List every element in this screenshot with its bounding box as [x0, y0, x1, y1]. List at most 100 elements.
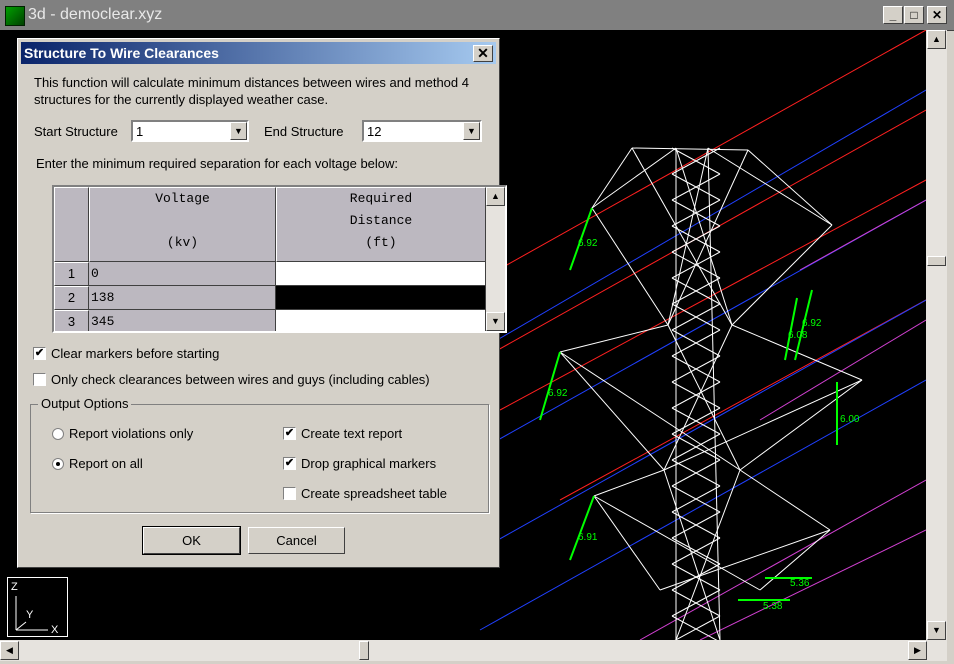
- tower-member: [663, 469, 721, 640]
- distance-header-line2: Distance: [349, 213, 413, 228]
- table-scroll-down-button[interactable]: ▼: [486, 312, 505, 331]
- tower-member: [591, 147, 677, 209]
- distance-cell[interactable]: [276, 310, 486, 331]
- tower-member: [591, 207, 669, 326]
- vertical-scroll-thumb[interactable]: [927, 256, 946, 266]
- conductor-wire: [799, 199, 926, 271]
- clear-markers-label: Clear markers before starting: [51, 346, 220, 361]
- tower-member: [593, 495, 661, 591]
- scroll-left-button[interactable]: ◀: [0, 641, 19, 660]
- vertical-scrollbar[interactable]: ▲ ▼: [926, 30, 947, 640]
- voltage-header-line1: Voltage: [155, 191, 210, 206]
- table-corner: [54, 187, 89, 262]
- dialog-close-button[interactable]: ✕: [473, 45, 493, 62]
- clearance-label: 6.92: [548, 388, 568, 399]
- horizontal-scroll-thumb[interactable]: [359, 641, 369, 660]
- window-title-bar: 3d - democlear.xyz _ □ ✕: [0, 0, 954, 31]
- report-all-radio[interactable]: [52, 458, 64, 470]
- start-structure-label: Start Structure: [34, 124, 118, 139]
- clearance-label: 6.08: [788, 330, 808, 341]
- clearance-label: 6.92: [802, 318, 822, 329]
- conductor-wire: [699, 529, 926, 640]
- distance-header-unit: (ft): [365, 235, 397, 250]
- create-text-report-label: Create text report: [301, 426, 403, 441]
- distance-header-line1: Required: [349, 191, 413, 206]
- row-number[interactable]: 3: [54, 310, 89, 331]
- end-structure-select[interactable]: 12 ▼: [362, 120, 482, 142]
- end-structure-value: 12: [367, 124, 382, 139]
- dialog-title: Structure To Wire Clearances: [24, 45, 219, 61]
- chevron-down-icon[interactable]: ▼: [230, 122, 247, 140]
- scroll-up-button[interactable]: ▲: [927, 30, 946, 49]
- scroll-down-button[interactable]: ▼: [927, 621, 946, 640]
- tower-member: [593, 469, 665, 497]
- row-number[interactable]: 1: [54, 262, 89, 286]
- voltage-header: Voltage (kv): [89, 187, 276, 262]
- distance-cell[interactable]: [276, 262, 486, 286]
- conductor-wire: [479, 89, 926, 351]
- output-options-label: Output Options: [38, 396, 132, 411]
- ok-button[interactable]: OK: [142, 526, 241, 555]
- axis-indicator: Z Y X: [7, 577, 68, 637]
- window-title: 3d - democlear.xyz: [28, 6, 163, 23]
- create-spreadsheet-checkbox[interactable]: [283, 487, 296, 500]
- create-text-report-checkbox[interactable]: ✔: [283, 427, 296, 440]
- voltage-cell[interactable]: 0: [89, 262, 276, 286]
- instruction-text: Enter the minimum required separation fo…: [36, 156, 399, 171]
- start-structure-select[interactable]: 1 ▼: [131, 120, 249, 142]
- distance-header: Required Distance (ft): [276, 187, 486, 262]
- window-close-button[interactable]: ✕: [927, 6, 947, 24]
- report-violations-radio[interactable]: [52, 428, 64, 440]
- tower-member: [707, 147, 833, 226]
- tower-member: [631, 147, 749, 151]
- create-spreadsheet-label: Create spreadsheet table: [301, 486, 447, 501]
- conductor-wire: [639, 479, 926, 640]
- voltage-header-unit: (kv): [166, 235, 199, 250]
- tower-member: [675, 469, 741, 640]
- voltage-table: Voltage (kv) Required Distance (ft) 1 0 …: [52, 185, 507, 333]
- minimize-button[interactable]: _: [883, 6, 903, 24]
- clearance-marker: [539, 351, 561, 421]
- clearances-dialog: Structure To Wire Clearances ✕ This func…: [17, 38, 507, 568]
- tower-member: [667, 149, 749, 326]
- clearance-label: 5.38: [763, 601, 783, 612]
- tower-member: [747, 149, 833, 226]
- clearance-label: 6.92: [578, 238, 598, 249]
- report-violations-label: Report violations only: [69, 426, 194, 441]
- distance-cell-selected[interactable]: [276, 286, 486, 310]
- clearance-label: 6.00: [840, 414, 860, 425]
- table-scrollbar[interactable]: ▲ ▼: [486, 187, 505, 331]
- clearance-marker: [569, 495, 595, 561]
- conductor-wire: [759, 319, 926, 421]
- dialog-title-bar: Structure To Wire Clearances ✕: [21, 42, 496, 64]
- chevron-down-icon[interactable]: ▼: [463, 122, 480, 140]
- voltage-cell[interactable]: 345: [89, 310, 276, 331]
- end-structure-label: End Structure: [264, 124, 344, 139]
- tower-member: [731, 224, 833, 326]
- voltage-cell[interactable]: 138: [89, 286, 276, 310]
- tower-member: [739, 469, 831, 531]
- scroll-right-button[interactable]: ▶: [908, 641, 927, 660]
- tower-member: [559, 351, 665, 471]
- report-all-label: Report on all: [69, 456, 143, 471]
- tower-member: [675, 147, 733, 326]
- cancel-button[interactable]: Cancel: [248, 527, 345, 554]
- tower-member: [667, 324, 741, 471]
- tower-member: [591, 147, 633, 209]
- app-icon: [5, 6, 25, 26]
- size-grip: [947, 640, 954, 664]
- clearance-marker: [784, 297, 798, 361]
- clearance-label: 6.91: [578, 532, 598, 543]
- table-scroll-up-button[interactable]: ▲: [486, 187, 505, 206]
- only-guys-checkbox[interactable]: [33, 373, 46, 386]
- row-number[interactable]: 2: [54, 286, 89, 310]
- clear-markers-checkbox[interactable]: ✔: [33, 347, 46, 360]
- start-structure-value: 1: [136, 124, 144, 139]
- description-text: This function will calculate minimum dis…: [34, 75, 469, 107]
- horizontal-scrollbar[interactable]: ◀ ▶: [0, 640, 947, 661]
- clearance-label: 5.36: [790, 578, 810, 589]
- only-guys-label: Only check clearances between wires and …: [51, 372, 430, 387]
- maximize-button[interactable]: □: [904, 6, 924, 24]
- drop-markers-checkbox[interactable]: ✔: [283, 457, 296, 470]
- drop-markers-label: Drop graphical markers: [301, 456, 437, 471]
